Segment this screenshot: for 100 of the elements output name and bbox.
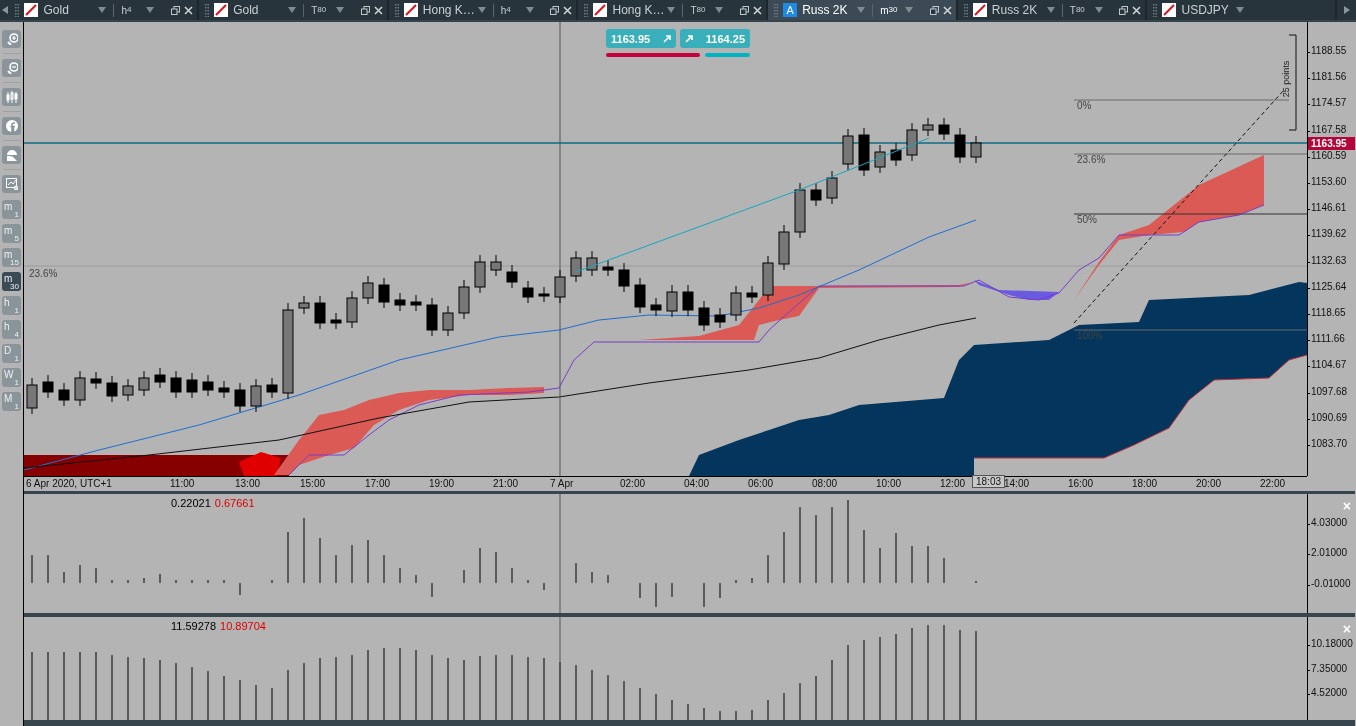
fibonacci-label: 0% <box>1077 100 1092 111</box>
instrument-name: Russ 2K <box>802 3 849 17</box>
time-axis-label: 18:00 <box>1132 478 1158 489</box>
time-axis-label: 17:00 <box>365 478 391 489</box>
indicator-value: 0.22021 <box>171 497 211 510</box>
price-axis-label: 1090.69 <box>1311 411 1348 423</box>
measure-label: 25 points <box>1281 60 1292 98</box>
fibonacci-label: 23.6% <box>1077 154 1106 165</box>
dropdown-caret-icon[interactable] <box>905 7 914 13</box>
dropdown-caret-icon[interactable] <box>857 7 866 13</box>
price-axis-label: 1188.55 <box>1311 45 1347 56</box>
price-axis-label: 1111.66 <box>1311 333 1345 345</box>
dropdown-caret-icon[interactable] <box>525 7 534 13</box>
time-axis-label: 06:00 <box>748 478 774 489</box>
dropdown-caret-icon[interactable] <box>477 7 486 13</box>
buy-volume-bar <box>705 53 750 57</box>
drag-handle-icon[interactable] <box>1153 3 1158 17</box>
close-icon[interactable] <box>563 5 573 15</box>
instrument-icon <box>972 3 987 17</box>
fibonacci-label: 23.6% <box>29 268 58 279</box>
detach-icon[interactable] <box>171 5 181 15</box>
dropdown-caret-icon[interactable] <box>715 7 724 13</box>
drag-handle-icon[interactable] <box>394 3 399 17</box>
dropdown-caret-icon[interactable] <box>288 7 297 13</box>
time-axis-label: 19:00 <box>429 478 455 489</box>
dropdown-caret-icon[interactable] <box>336 7 345 13</box>
cursor-time-label: 18:03 <box>972 475 1006 488</box>
time-axis-label: 6 Apr 2020, UTC+1 <box>26 478 112 489</box>
indicator-value: 0.67661 <box>214 497 255 510</box>
chart-tab[interactable]: USDJPY <box>1147 0 1338 20</box>
value-axis-label: -0.01000 <box>1311 578 1351 590</box>
drag-handle-icon[interactable] <box>205 3 210 17</box>
time-axis-label: 11:00 <box>170 478 195 489</box>
time-axis-label: 16:00 <box>1068 478 1094 489</box>
zoom-in-button[interactable] <box>2 30 21 48</box>
dropdown-caret-icon[interactable] <box>1094 7 1103 13</box>
price-axis-label: 1181.56 <box>1311 71 1347 83</box>
close-icon[interactable] <box>942 5 952 15</box>
candles-button[interactable] <box>2 88 21 106</box>
dropdown-caret-icon[interactable] <box>98 7 107 13</box>
drag-handle-icon[interactable] <box>774 3 779 17</box>
dropdown-caret-icon[interactable] <box>667 7 676 13</box>
zoom-in-icon <box>5 33 18 45</box>
circle-f-icon <box>5 120 18 132</box>
circle-f-button[interactable] <box>2 117 21 135</box>
instrument-name: USDJPY <box>1181 3 1230 17</box>
time-axis-label: 15:00 <box>300 478 326 489</box>
time-axis-label: 04:00 <box>684 478 710 489</box>
instrument-name: Gold <box>233 3 260 17</box>
drag-handle-icon[interactable] <box>963 3 968 17</box>
time-axis-label: 13:00 <box>235 478 261 489</box>
price-axis-label: 1097.68 <box>1311 385 1348 397</box>
price-axis-label: 1132.63 <box>1311 254 1347 266</box>
zoom-out-button[interactable] <box>2 59 21 77</box>
instrument-icon <box>593 3 608 17</box>
price-axis-label: 1125.64 <box>1311 280 1347 292</box>
instrument-icon <box>214 3 229 17</box>
detach-icon[interactable] <box>550 5 560 15</box>
detach-icon[interactable] <box>1119 5 1129 15</box>
price-axis-label: 1160.59 <box>1311 149 1347 161</box>
drag-handle-icon[interactable] <box>15 3 20 17</box>
candlestick-icon <box>5 91 18 103</box>
chart-settings-button[interactable] <box>2 175 21 193</box>
instrument-badge: A <box>783 3 798 17</box>
chart-settings-icon <box>5 178 18 190</box>
close-icon[interactable] <box>184 5 194 15</box>
price-axis-label: 1104.67 <box>1311 359 1347 371</box>
price-axis-label: 1118.65 <box>1311 307 1346 318</box>
scroll-left-icon[interactable] <box>1 6 8 14</box>
time-axis-label: 10:00 <box>876 478 902 489</box>
zoom-out-icon <box>5 62 18 74</box>
detach-icon[interactable] <box>740 5 750 15</box>
instrument-icon <box>24 3 39 17</box>
price-axis-label: 1174.57 <box>1311 97 1347 109</box>
instrument-name: Gold <box>43 3 70 17</box>
dropdown-caret-icon[interactable] <box>1046 7 1055 13</box>
dropdown-caret-icon[interactable] <box>146 7 155 13</box>
time-axis-label: 08:00 <box>812 478 838 489</box>
shapes-button[interactable] <box>2 146 21 164</box>
indicator-value: 10.89704 <box>220 619 266 632</box>
close-icon[interactable] <box>1132 5 1142 15</box>
time-axis-label: 02:00 <box>620 478 646 489</box>
close-icon[interactable] <box>373 5 383 15</box>
detach-icon[interactable] <box>360 5 370 15</box>
value-axis-label: 4.03000 <box>1311 517 1348 529</box>
dropdown-caret-icon[interactable] <box>1236 7 1245 13</box>
price-axis-label: 1139.62 <box>1311 228 1347 240</box>
price-axis-label: 1146.61 <box>1311 202 1347 214</box>
drag-handle-icon[interactable] <box>584 3 589 17</box>
timeframe-button[interactable]: m 30 <box>2 272 21 291</box>
arrow-icon <box>663 34 671 43</box>
instrument-name: Russ 2K <box>991 3 1039 17</box>
scroll-right-icon[interactable] <box>1343 6 1350 14</box>
detach-icon[interactable] <box>929 5 939 15</box>
time-axis-label: 22:00 <box>1260 478 1286 489</box>
time-axis-label: 20:00 <box>1196 478 1222 489</box>
price-axis-label: 1153.60 <box>1311 176 1347 187</box>
value-axis-label: 4.52000 <box>1311 686 1348 698</box>
current-price-label: 1163.95 <box>1308 137 1355 150</box>
close-icon[interactable] <box>753 5 763 15</box>
